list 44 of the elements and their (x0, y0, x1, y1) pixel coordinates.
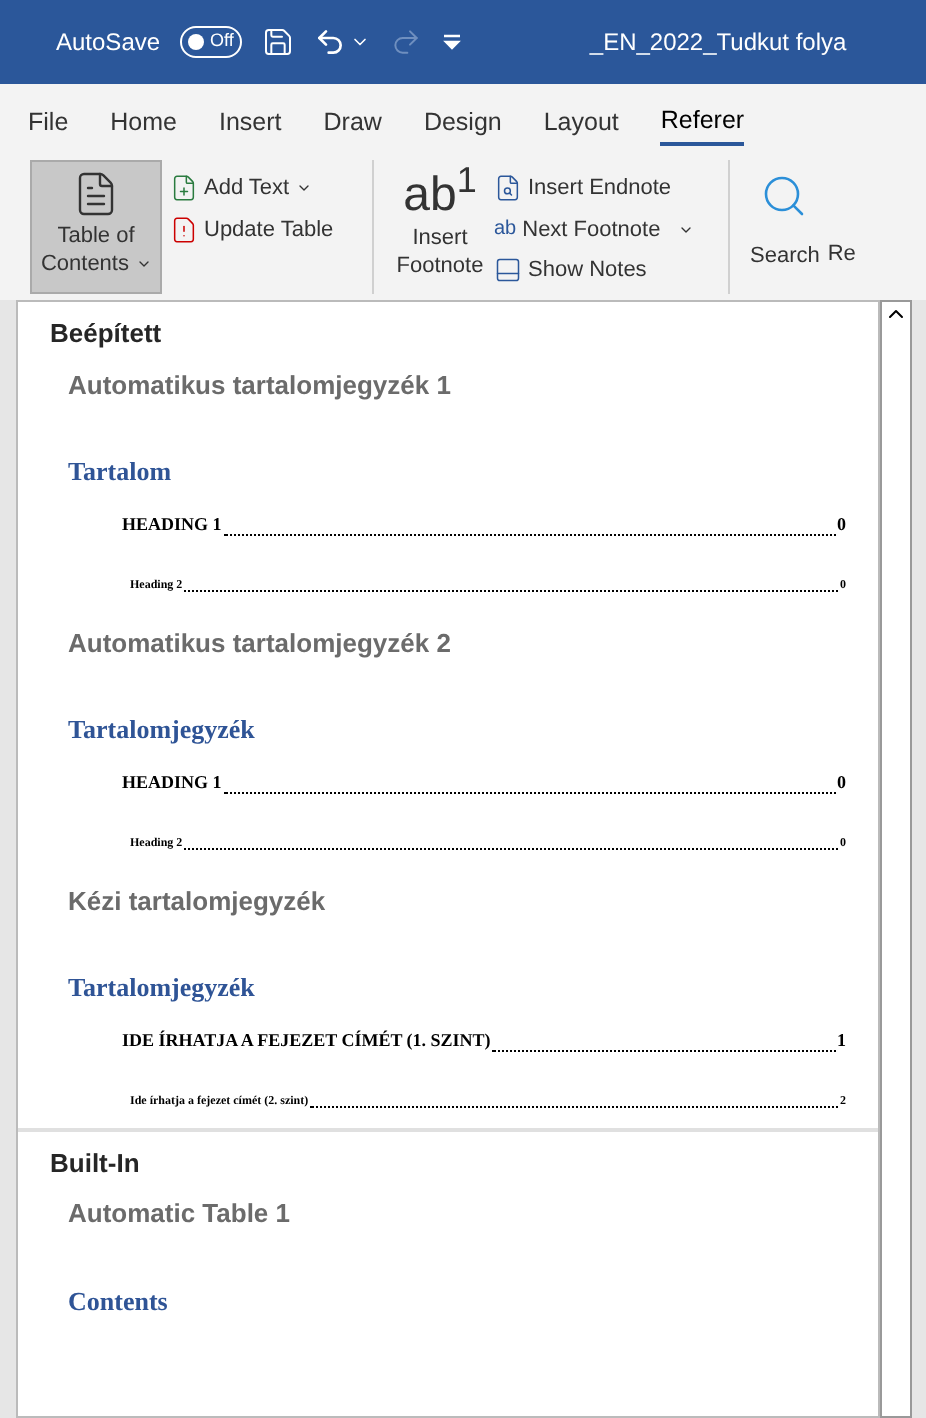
gallery-heading: Beépített (48, 316, 164, 352)
preview-title: Tartalom (66, 454, 174, 490)
next-footnote-button[interactable]: ab Next Footnote (494, 213, 728, 246)
table-of-contents-button[interactable]: Table of Contents (30, 160, 162, 294)
gallery-item-label[interactable]: Automatikus tartalomjegyzék 2 (18, 611, 878, 678)
insert-footnote-button[interactable]: ab$^{1}$ Insert Footnote (390, 160, 490, 294)
page-alert-icon (170, 215, 198, 244)
page-number: 1 (837, 1028, 846, 1054)
ribbon-tab[interactable]: Insert (219, 98, 282, 146)
update-table-button[interactable]: Update Table (170, 213, 372, 246)
gallery-item-label[interactable]: Automatikus tartalomjegyzék 1 (18, 353, 878, 420)
undo-icon[interactable] (313, 26, 346, 58)
ribbon-button[interactable]: Re (827, 237, 856, 294)
toc-entry-text: HEADING 1 (122, 512, 222, 538)
preview-title: Tartalomjegyzék (66, 712, 257, 748)
preview-title: Contents (66, 1283, 170, 1319)
gallery-item-label[interactable]: Kézi tartalomjegyzék (18, 869, 878, 936)
save-icon[interactable] (261, 26, 294, 58)
search-button[interactable]: Search (750, 160, 820, 294)
ribbon-tab[interactable]: Design (423, 98, 502, 146)
toc-entry-text: HEADING 1 (122, 770, 222, 796)
insert-endnote-button[interactable]: Insert Endnote (494, 172, 728, 205)
add-text-button[interactable]: Add Text (170, 172, 372, 205)
ribbon-tab[interactable]: File (28, 98, 69, 146)
panel-icon (494, 256, 522, 285)
ribbon-tab[interactable]: Layout (543, 98, 619, 146)
autosave-label: AutoSave (56, 26, 161, 60)
page-icon (494, 174, 522, 203)
add-page-icon (170, 174, 198, 203)
preview-title: Tartalomjegyzék (66, 970, 257, 1006)
search-icon (760, 172, 809, 220)
page-number: 0 (837, 512, 846, 538)
page-number: 0 (837, 770, 846, 796)
ribbon-tab[interactable]: Referer (660, 98, 745, 146)
window-title: _EN_2022_Tudkut folya (589, 26, 847, 60)
ribbon-tab[interactable]: Draw (323, 98, 382, 146)
ribbon-tab[interactable]: Home (110, 98, 177, 146)
gallery-heading: Built-In (48, 1145, 142, 1181)
gallery-item-label[interactable]: Automatic Table 1 (18, 1182, 878, 1249)
toc-entry-text: IDE ÍRHATJA A FEJEZET CÍMÉT (1. SZINT) (122, 1028, 491, 1054)
scrollbar[interactable] (880, 300, 912, 1418)
customize-icon[interactable] (441, 32, 462, 52)
autosave-toggle[interactable]: Off (180, 26, 242, 58)
show-notes-button[interactable]: Show Notes (494, 254, 728, 287)
